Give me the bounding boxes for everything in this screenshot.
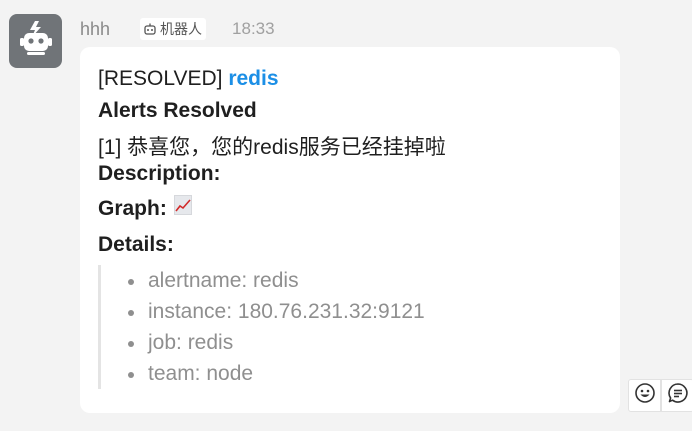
alert-link[interactable]: redis (228, 67, 278, 90)
alerts-heading: Alerts Resolved (98, 99, 257, 122)
emoji-reaction-button[interactable] (628, 379, 661, 412)
graph-row: Graph: (98, 195, 192, 221)
details-label: Details: (98, 233, 174, 256)
list-item: team: node (128, 362, 253, 386)
alert-title: [RESOLVED] redis (98, 67, 279, 91)
bot-badge: 机器人 (140, 18, 207, 40)
list-item: job: redis (128, 331, 233, 355)
sender-avatar[interactable] (9, 14, 62, 68)
robot-icon (143, 22, 157, 36)
list-item: instance: 180.76.231.32:9121 (128, 300, 425, 324)
message-card: [RESOLVED] redis Alerts Resolved [1] 恭喜您… (80, 47, 620, 413)
comment-button[interactable] (661, 379, 692, 412)
graph-label: Graph: (98, 197, 167, 220)
details-quote: alertname: redis instance: 180.76.231.32… (98, 265, 521, 389)
comment-icon (667, 382, 689, 409)
robot-avatar-icon (16, 19, 56, 64)
list-item: alertname: redis (128, 269, 299, 293)
emoji-icon (634, 382, 656, 409)
status-prefix: [RESOLVED] (98, 67, 223, 90)
sender-name[interactable]: hhh (80, 19, 110, 40)
description-label: Description: (98, 162, 221, 185)
line-chart-icon[interactable] (173, 195, 192, 215)
alert-body-text: [1] 恭喜您，您的redis服务已经挂掉啦 (98, 136, 446, 159)
bot-badge-label: 机器人 (160, 21, 203, 37)
message-header: hhh 机器人 18:33 (80, 17, 275, 41)
message-timestamp: 18:33 (232, 19, 275, 38)
